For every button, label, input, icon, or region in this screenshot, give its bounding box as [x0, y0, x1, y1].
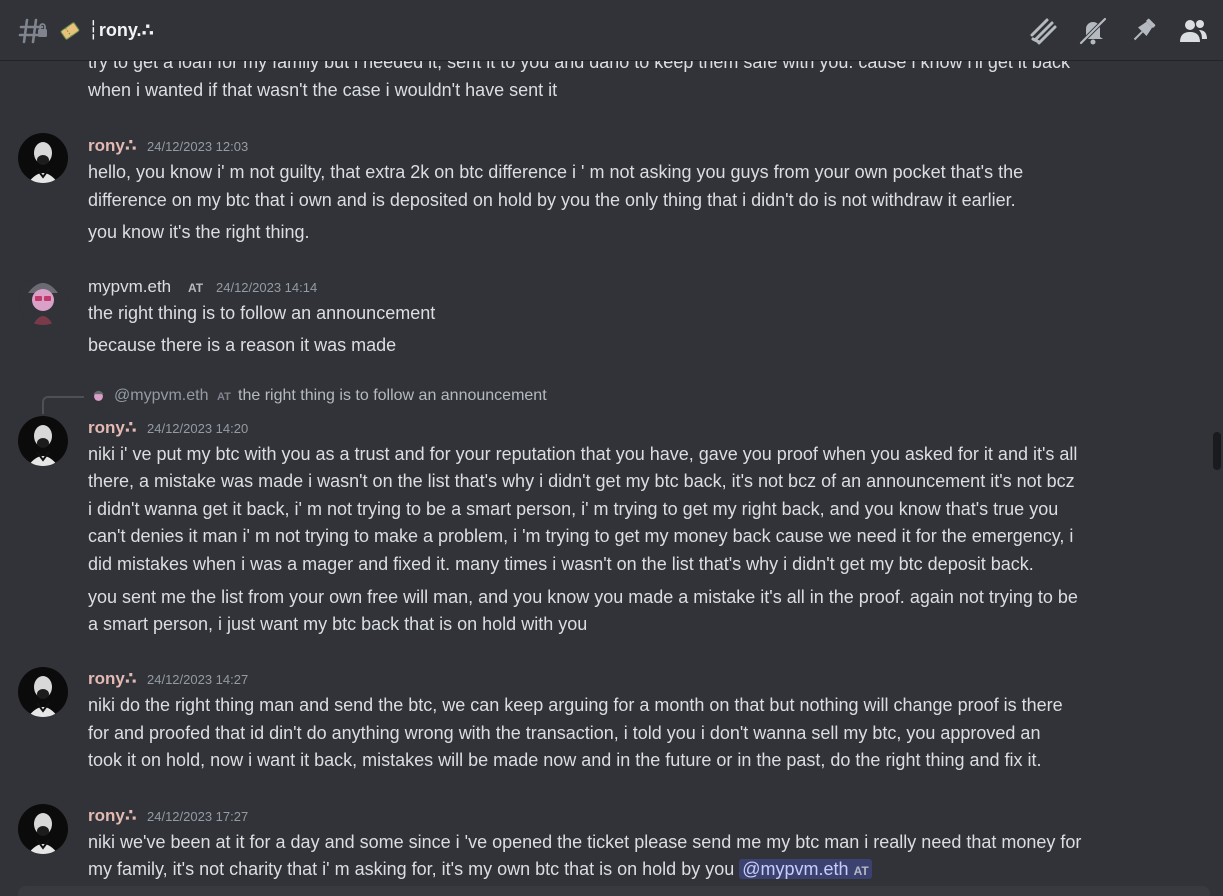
message-line: hello, you know i' m not guilty, that ex…: [88, 162, 1024, 182]
scrollbar-thumb[interactable]: [1213, 432, 1221, 470]
message-line: did mistakes when i was a mager and fixe…: [88, 554, 1034, 574]
message-composer[interactable]: [18, 886, 1210, 896]
avatar[interactable]: [18, 804, 68, 854]
admission-ticket-icon: [60, 22, 80, 40]
message-line: you know it's the right thing.: [88, 222, 310, 242]
timestamp: 24/12/2023 17:27: [147, 809, 249, 824]
mention-name[interactable]: @mypvm.eth: [742, 859, 848, 879]
message-line: niki i' ve put my btc with you as a trus…: [88, 444, 1078, 464]
notification-muted-icon[interactable]: [1077, 15, 1109, 47]
username[interactable]: rony∴: [88, 418, 137, 438]
message-line: my family, it's not charity that i' m as…: [88, 855, 872, 885]
member-list-icon[interactable]: [1177, 15, 1209, 47]
message-list: try to get a loan for my family but i ne…: [0, 0, 1223, 896]
message-line: niki we've been at it for a day and some…: [88, 832, 1082, 852]
username[interactable]: rony∴: [88, 806, 137, 826]
username[interactable]: rony∴: [88, 669, 137, 689]
timestamp: 24/12/2023 14:27: [147, 672, 249, 687]
message-line: there, a mistake was made i wasn't on th…: [88, 471, 1075, 491]
reply-preview[interactable]: the right thing is to follow an announce…: [238, 387, 547, 405]
avatar[interactable]: [18, 275, 68, 325]
avatar[interactable]: [18, 667, 68, 717]
timestamp: 24/12/2023 12:03: [147, 139, 249, 154]
message-line: difference on my btc that i own and is d…: [88, 190, 1016, 210]
reply-server-tag: AT: [217, 391, 231, 403]
message-line: a smart person, i just want my btc back …: [88, 614, 588, 634]
message-line: when i wanted if that wasn't the case i …: [88, 80, 558, 100]
channel-title: ┆rony.∴: [88, 20, 155, 40]
message-text: my family, it's not charity that i' m as…: [88, 859, 735, 879]
threads-icon[interactable]: [1027, 15, 1059, 47]
message-line: for and proofed that id din't do anythin…: [88, 723, 1041, 743]
pin-icon[interactable]: [1127, 15, 1159, 47]
message-line: took it on hold, now i want it back, mis…: [88, 750, 1042, 770]
reply-connector: [42, 396, 84, 414]
hashtag-locked-icon: [18, 18, 47, 44]
avatar[interactable]: [18, 133, 68, 183]
username[interactable]: mypvm.eth: [88, 277, 171, 297]
user-mention[interactable]: @mypvm.eth AT: [739, 859, 872, 879]
message-line: i didn't wanna get it back, i' m not try…: [88, 499, 1059, 519]
timestamp: 24/12/2023 14:20: [147, 421, 249, 436]
message-line: the right thing is to follow an announce…: [88, 303, 436, 323]
reply-author[interactable]: @mypvm.eth: [114, 387, 208, 405]
channel-header: ┆rony.∴: [0, 0, 1223, 61]
message-line: because there is a reason it was made: [88, 335, 397, 355]
server-tag: AT: [188, 281, 204, 295]
message-line: niki do the right thing man and send the…: [88, 695, 1063, 715]
message-line: you sent me the list from your own free …: [88, 587, 1078, 607]
avatar[interactable]: [18, 416, 68, 466]
message-line: can't denies it man i' m not trying to m…: [88, 526, 1074, 546]
mention-server-tag: AT: [853, 864, 869, 878]
reply-avatar: [90, 388, 107, 405]
username[interactable]: rony∴: [88, 136, 137, 156]
timestamp: 24/12/2023 14:14: [216, 280, 318, 295]
